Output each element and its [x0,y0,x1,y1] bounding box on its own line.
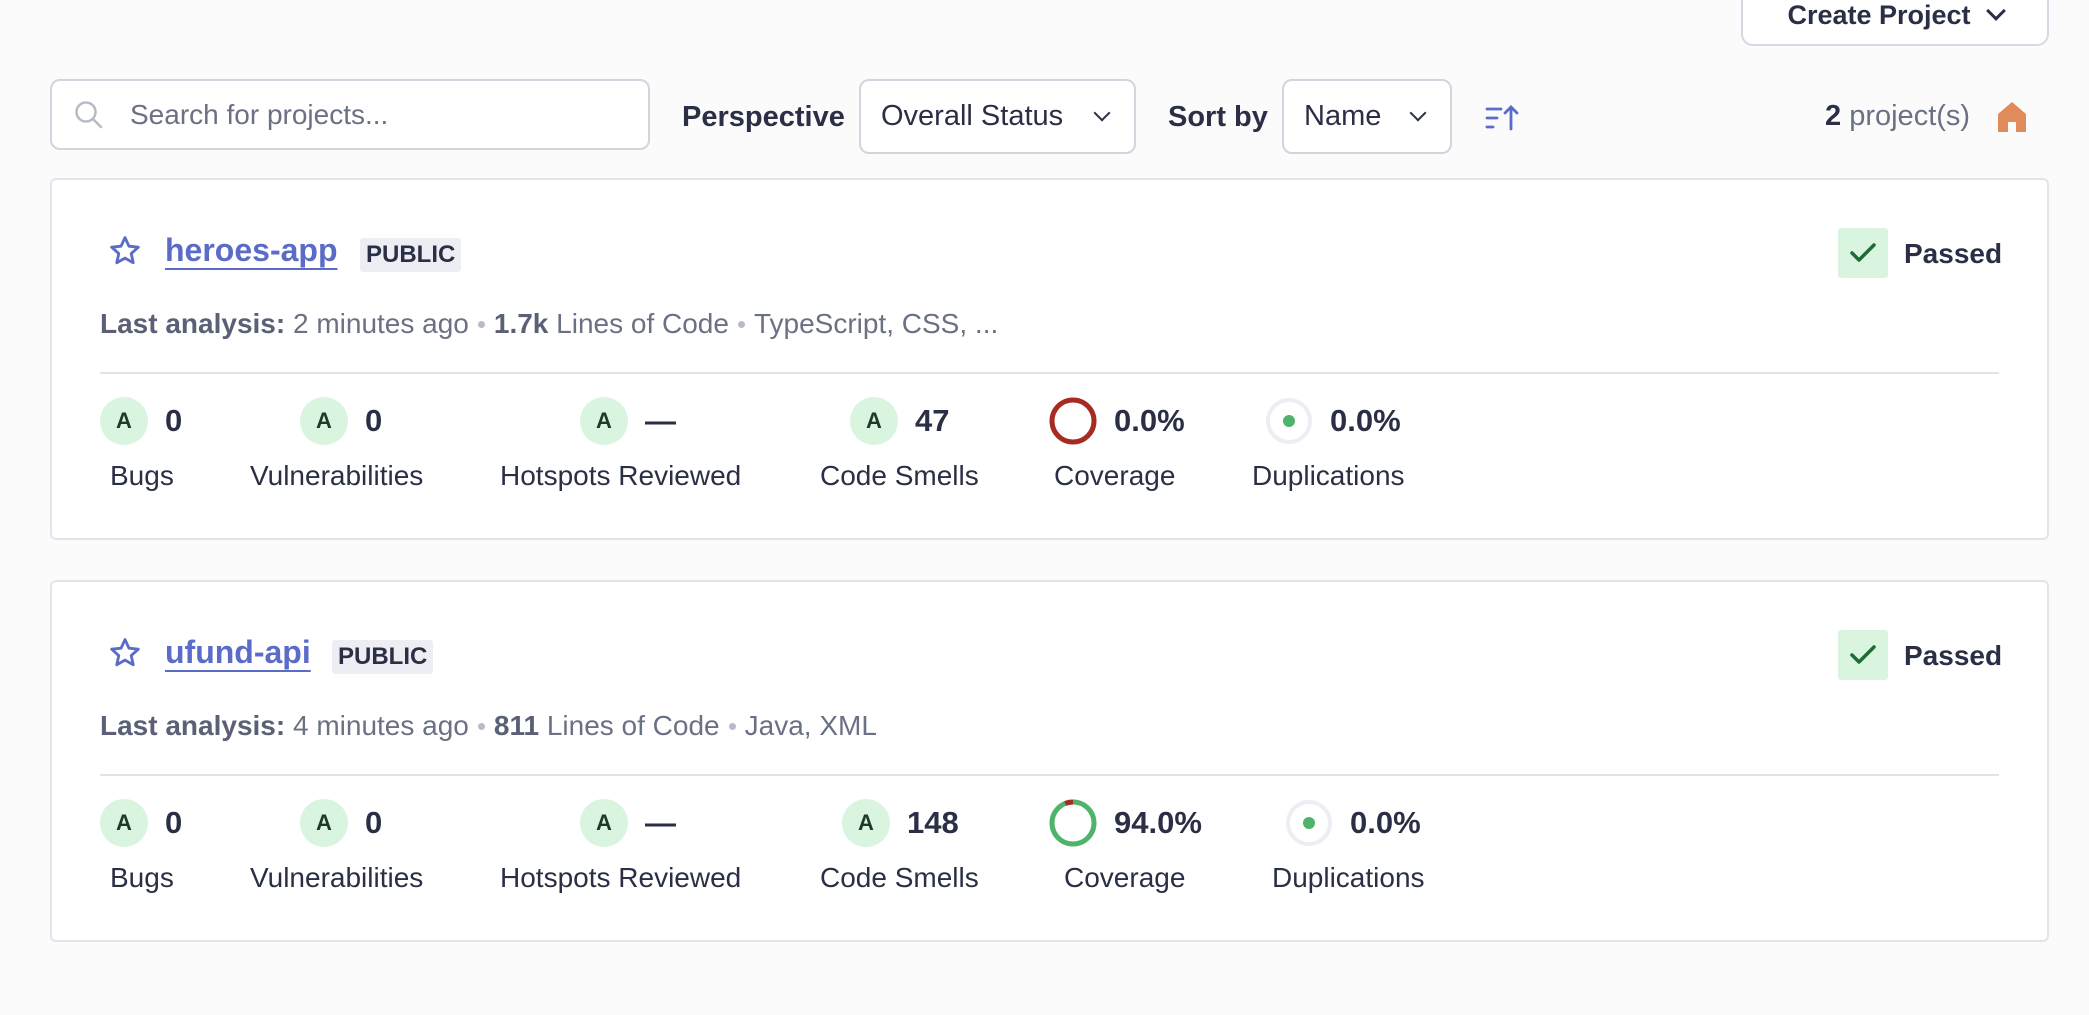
metric-coverage[interactable]: 94.0% Coverage [1048,798,1202,893]
metric-hotspots[interactable]: A — Hotspots Reviewed [500,396,741,491]
metric-duplications[interactable]: 0.0% Duplications [1252,396,1405,491]
metric-value: 0 [365,403,383,438]
rating-badge: A [100,397,148,445]
metric-coverage[interactable]: 0.0% Coverage [1048,396,1185,491]
separator-dot [477,722,485,730]
sort-direction-icon[interactable] [1485,104,1521,132]
metric-duplications[interactable]: 0.0% Duplications [1272,798,1425,893]
metric-label: Vulnerabilities [250,460,424,491]
metric-code-smells[interactable]: A 47 Code Smells [820,396,979,491]
check-icon [1850,645,1876,664]
metric-hotspots[interactable]: A — Hotspots Reviewed [500,798,741,893]
metric-value: 94.0% [1114,805,1202,840]
project-card: heroes-app PUBLIC Passed Last analysis: … [50,178,2049,540]
sort-value: Name [1304,100,1382,132]
metric-label: Duplications [1252,460,1405,491]
quality-gate-status-icon [1838,630,1888,680]
metric-value: 0.0% [1330,403,1401,438]
coverage-ring-icon [1049,397,1097,445]
metric-label: Coverage [1064,862,1186,893]
perspective-label: Perspective [682,101,845,133]
chevron-down-icon [1409,104,1427,121]
last-analysis-label: Last analysis: [100,308,286,339]
metric-vulnerabilities[interactable]: A0 Vulnerabilities [250,396,423,491]
metric-bugs[interactable]: A0 Bugs [100,798,183,893]
metric-bugs[interactable]: A0 Bugs [100,396,183,491]
last-analysis-value: 2 minutes ago [292,308,469,339]
loc-label: Lines of Code [556,308,729,339]
search-box[interactable] [50,79,650,150]
rating-badge: A [580,397,628,445]
metric-label: Code Smells [820,862,979,893]
project-count: 2 project(s) [1825,100,1970,133]
metric-code-smells[interactable]: A 148 Code Smells [820,798,979,893]
rating-badge: A [300,799,348,847]
separator-dot [737,320,745,328]
rating-badge: A [842,799,890,847]
search-icon [75,100,103,128]
perspective-value: Overall Status [881,100,1064,132]
star-icon[interactable] [108,636,142,670]
visibility-badge: PUBLIC [360,238,462,272]
metric-label: Bugs [110,460,174,491]
check-icon [1850,243,1876,262]
metric-label: Bugs [110,862,174,893]
divider [100,774,1999,776]
chevron-down-icon [1985,1,2006,21]
last-analysis-value: 4 minutes ago [292,710,469,741]
rating-badge: A [850,397,898,445]
metric-label: Vulnerabilities [250,862,424,893]
search-input[interactable] [130,98,610,131]
metric-vulnerabilities[interactable]: A0 Vulnerabilities [250,798,423,893]
perspective-select[interactable]: Overall Status [859,79,1136,154]
loc-value: 811 [493,710,540,741]
sort-by-label: Sort by [1168,101,1268,133]
metric-value: 47 [915,403,950,438]
project-card: ufund-api PUBLIC Passed Last analysis: 4… [50,580,2049,942]
quality-gate-status: Passed [1904,238,2003,269]
coverage-ring-icon [1049,799,1097,847]
chevron-down-icon [1093,104,1111,121]
rating-badge: A [580,799,628,847]
metric-value: 0 [165,805,183,840]
loc-value: 1.7k [493,308,549,339]
home-icon [1998,102,2026,132]
metric-label: Hotspots Reviewed [500,460,742,491]
metric-value: 0 [365,805,383,840]
separator-dot [728,722,736,730]
project-meta: Last analysis: 2 minutes ago 1.7k Lines … [100,308,998,340]
project-name-link[interactable]: heroes-app [165,232,337,269]
duplications-ring-icon [1266,398,1312,444]
star-icon[interactable] [108,234,142,268]
quality-gate-status-icon [1838,228,1888,278]
languages: TypeScript, CSS, ... [753,308,999,339]
project-meta: Last analysis: 4 minutes ago 811 Lines o… [100,710,877,742]
separator-dot [477,320,485,328]
metric-value: 0 [165,403,183,438]
create-project-button[interactable]: Create Project [1741,0,2049,46]
divider [100,372,1999,374]
metric-value: 0.0% [1114,403,1185,438]
project-name-link[interactable]: ufund-api [165,634,311,671]
metric-label: Coverage [1054,460,1176,491]
quality-gate-status: Passed [1904,640,2003,671]
metric-label: Duplications [1272,862,1425,893]
metric-value: 0.0% [1350,805,1421,840]
duplications-ring-icon [1286,800,1332,846]
metric-label: Hotspots Reviewed [500,862,742,893]
project-count-suffix: project(s) [1849,100,1971,132]
languages: Java, XML [744,710,877,741]
rating-badge: A [100,799,148,847]
project-count-number: 2 [1825,100,1842,132]
metric-label: Code Smells [820,460,979,491]
sort-select[interactable]: Name [1282,79,1452,154]
visibility-badge: PUBLIC [332,640,434,674]
last-analysis-label: Last analysis: [100,710,286,741]
create-project-label: Create Project [1787,0,1971,30]
rating-badge: A [300,397,348,445]
metric-value: 148 [907,805,959,840]
metric-value: — [645,805,676,840]
metric-value: — [645,403,676,438]
loc-label: Lines of Code [546,710,720,741]
